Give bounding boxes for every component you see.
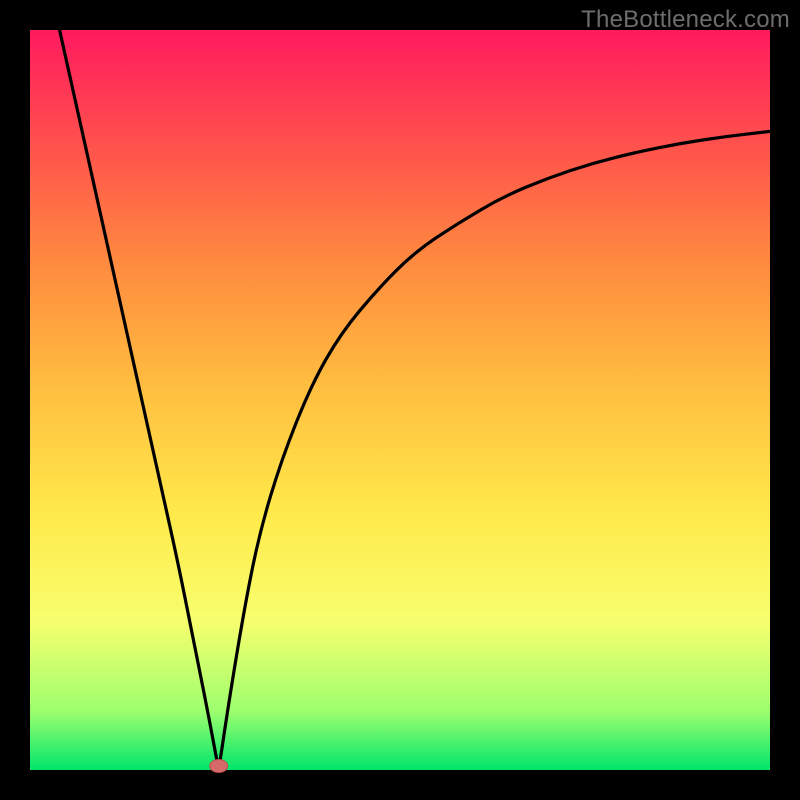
curve-overlay [30, 30, 770, 770]
bottleneck-curve [60, 30, 770, 770]
watermark-text: TheBottleneck.com [581, 6, 790, 34]
minimum-marker [210, 760, 228, 773]
chart-stage: TheBottleneck.com [0, 0, 800, 800]
plot-area [30, 30, 770, 770]
